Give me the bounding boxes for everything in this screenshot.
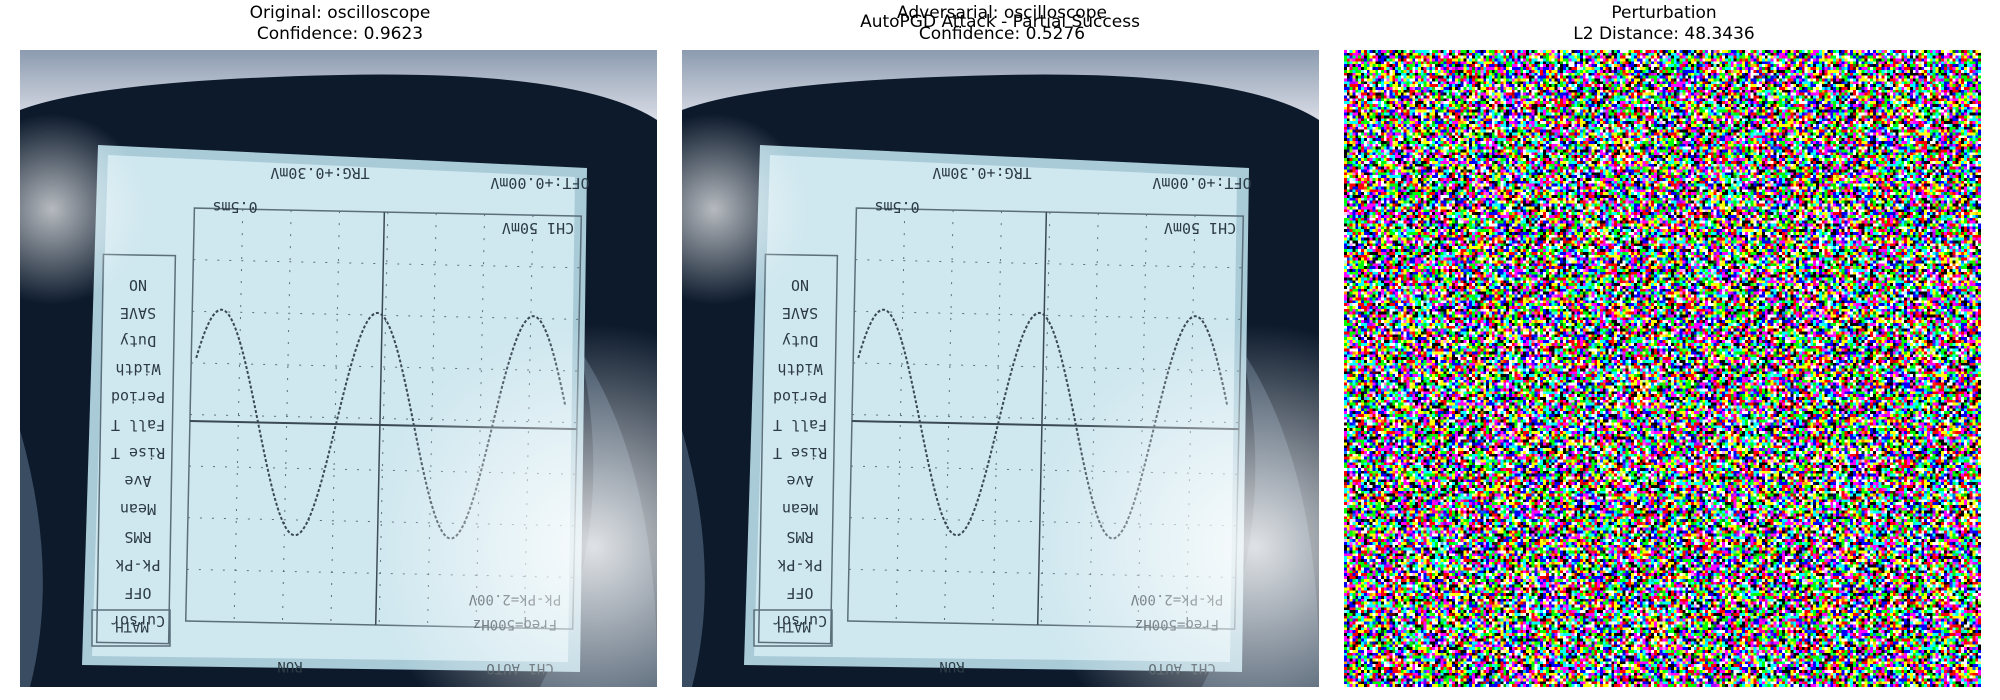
perturbation-panel-title: Perturbation L2 Distance: 48.3436 xyxy=(1344,3,1984,45)
original-panel-title: Original: oscilloscope Confidence: 0.962… xyxy=(20,3,660,45)
perturbation-image xyxy=(1344,50,1981,687)
original-confidence: Confidence: 0.9623 xyxy=(256,24,424,44)
l2-distance: L2 Distance: 48.3436 xyxy=(1573,24,1755,44)
oscilloscope-photo: NOSAVEDutyWidthPeriodFall TRise TAveMean… xyxy=(682,50,1319,687)
oscilloscope-photo: NOSAVEDutyWidthPeriodFall TRise TAveMean… xyxy=(20,50,657,687)
original-label: Original: oscilloscope xyxy=(249,3,431,23)
adversarial-image: NOSAVEDutyWidthPeriodFall TRise TAveMean… xyxy=(682,50,1319,687)
adversarial-confidence: Confidence: 0.5276 xyxy=(918,24,1086,44)
perturbation-noise xyxy=(1344,50,1981,687)
original-image: NOSAVEDutyWidthPeriodFall TRise TAveMean… xyxy=(20,50,657,687)
adversarial-panel-title: Adversarial: oscilloscope Confidence: 0.… xyxy=(682,3,1322,45)
perturbation-label: Perturbation xyxy=(1611,3,1717,23)
adversarial-label: Adversarial: oscilloscope xyxy=(897,3,1107,23)
